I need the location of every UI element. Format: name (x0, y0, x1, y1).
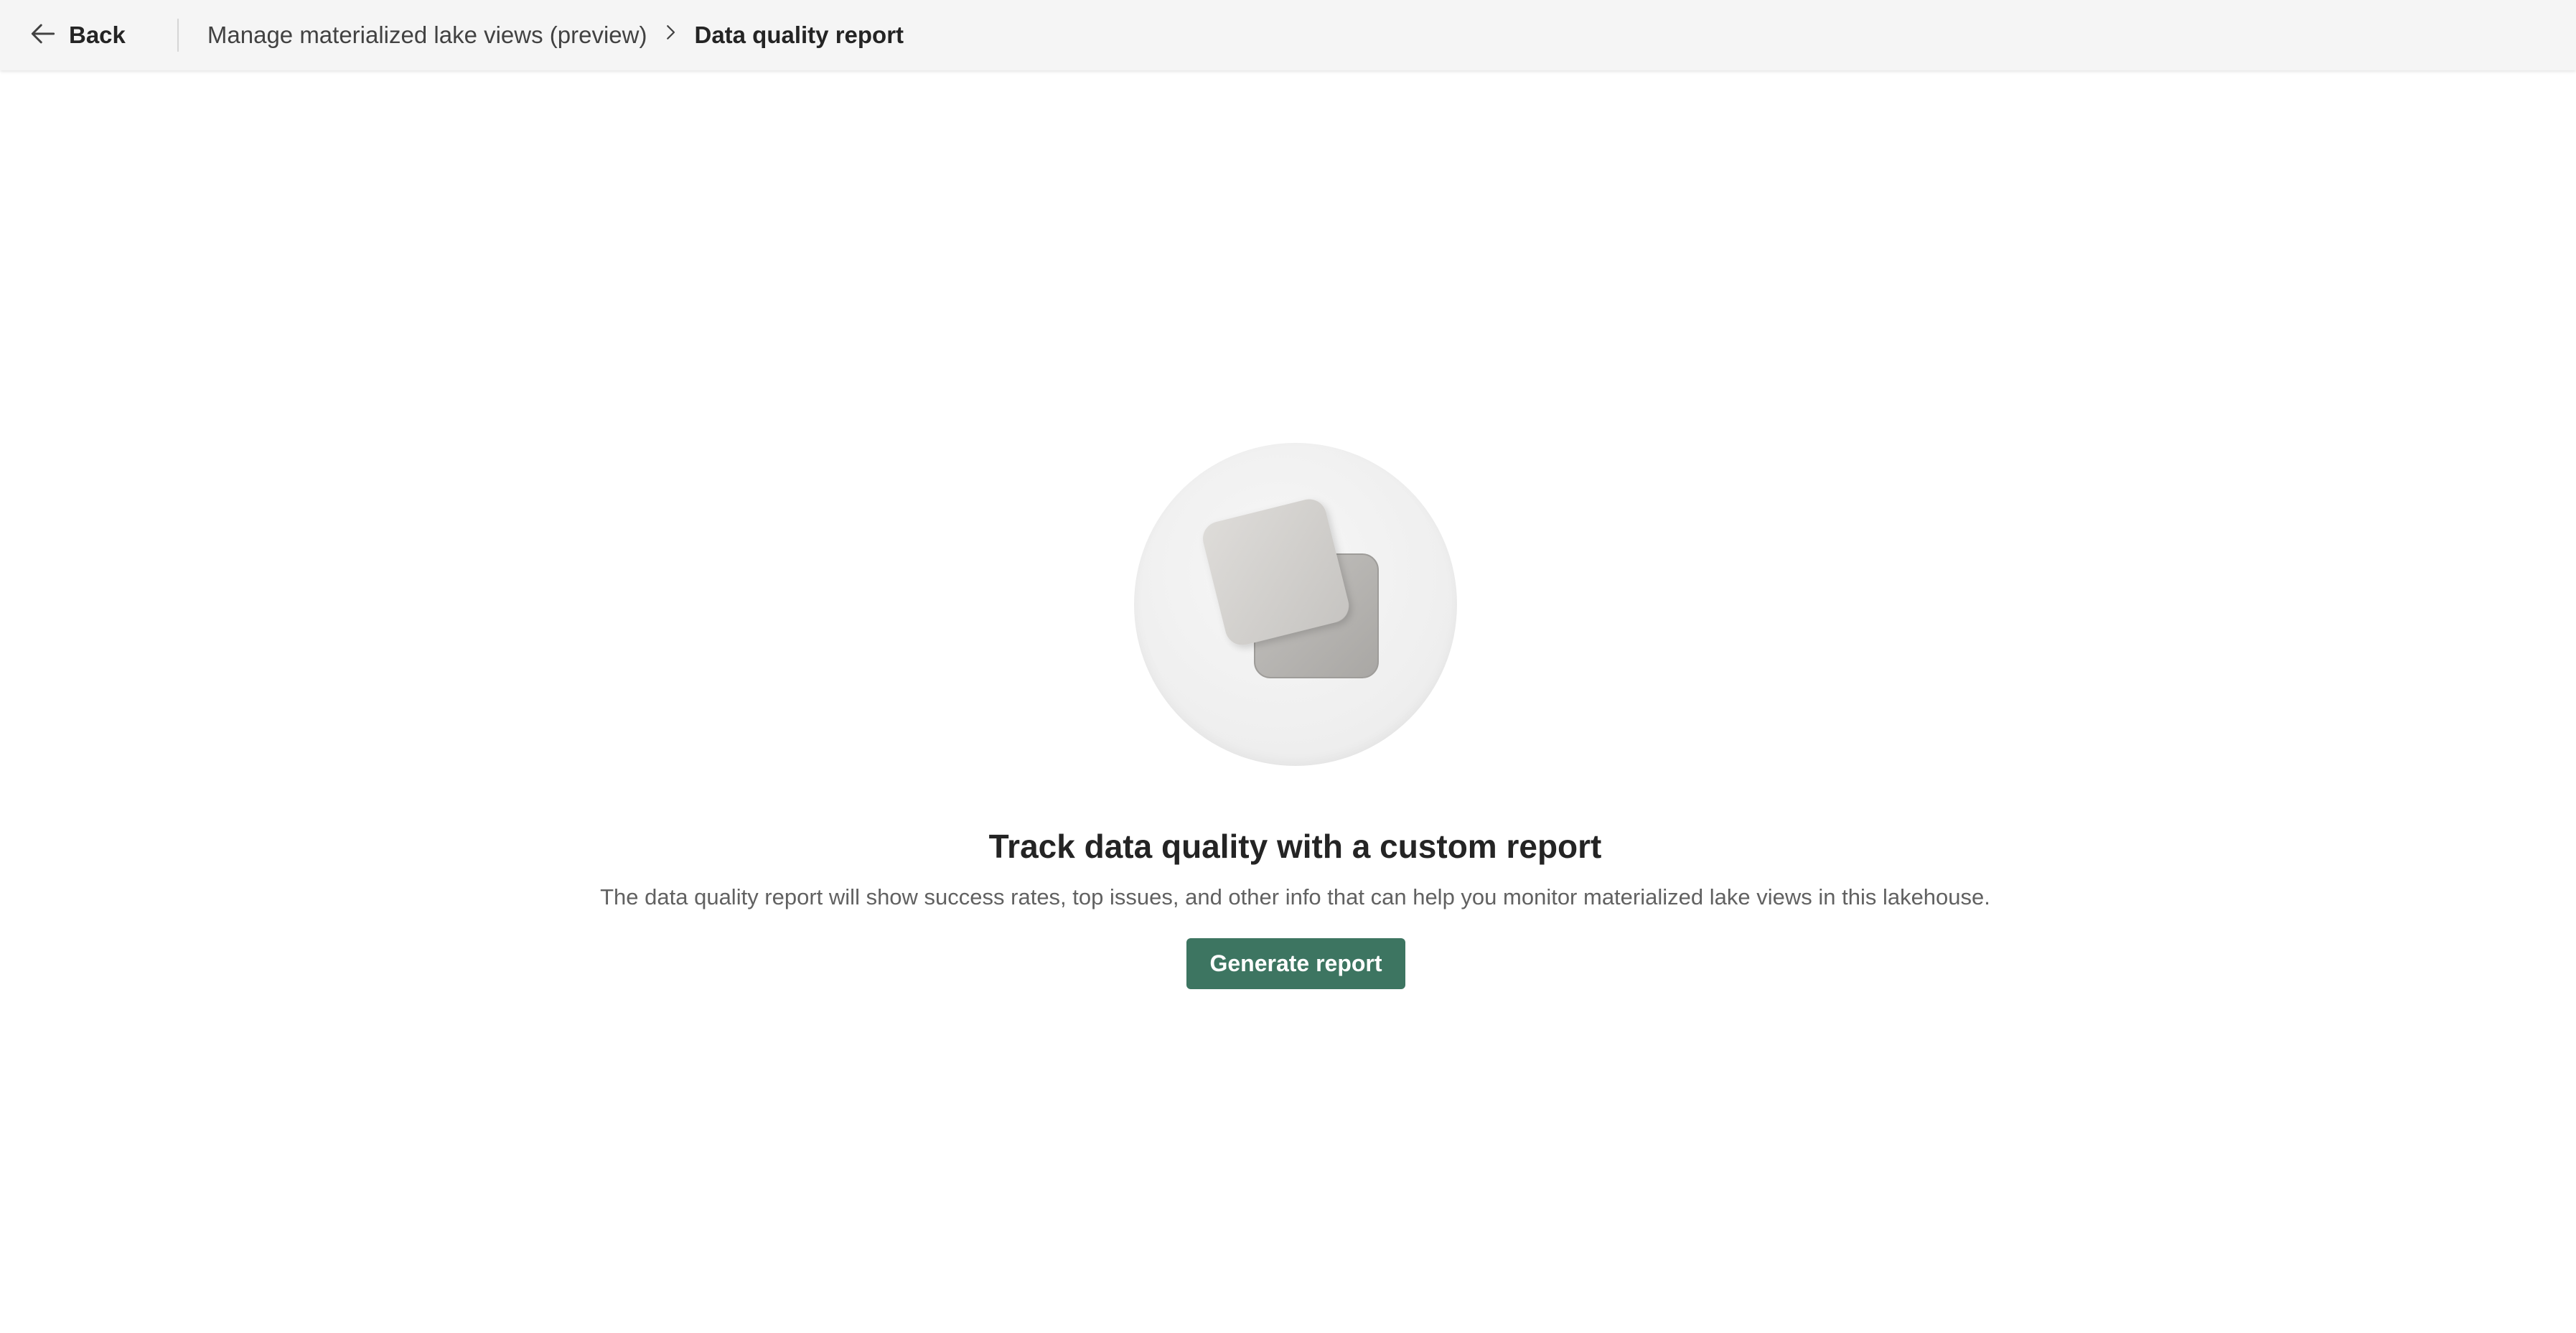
stacked-squares-illustration (1134, 443, 1457, 766)
generate-report-button[interactable]: Generate report (1186, 938, 1405, 989)
top-bar: Back Manage materialized lake views (pre… (0, 0, 2576, 70)
toolbar-divider (177, 19, 179, 52)
breadcrumb-item-manage-materialized-lake-views[interactable]: Manage materialized lake views (preview) (207, 22, 647, 49)
empty-state-description: The data quality report will show succes… (600, 884, 1990, 909)
chevron-right-icon (647, 22, 694, 49)
empty-state-title: Track data quality with a custom report (988, 828, 1602, 865)
back-button[interactable]: Back (27, 12, 140, 58)
breadcrumb-item-data-quality-report: Data quality report (694, 22, 904, 48)
arrow-left-icon (27, 18, 59, 53)
breadcrumb: Manage materialized lake views (preview)… (207, 22, 904, 49)
back-label: Back (69, 22, 126, 48)
